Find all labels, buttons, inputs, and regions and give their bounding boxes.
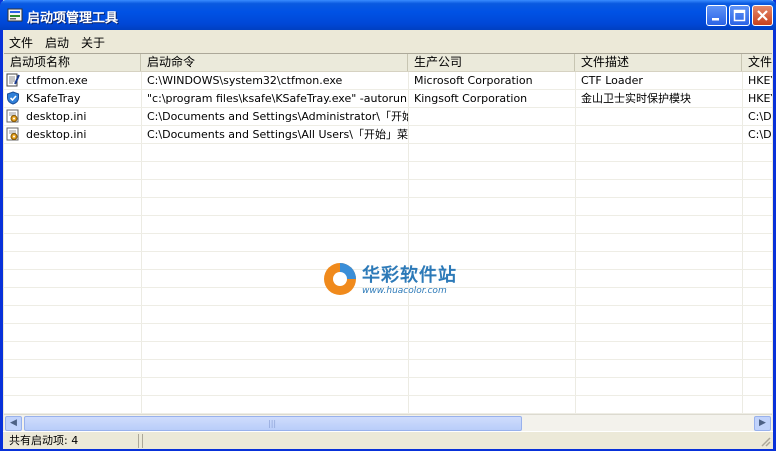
horizontal-scrollbar[interactable]: ◀ ||| ▶ (4, 414, 772, 432)
row-company: Microsoft Corporation (414, 74, 533, 87)
row-location: C:\Do (748, 128, 772, 141)
menu-about[interactable]: 关于 (81, 34, 105, 51)
row-name: ctfmon.exe (26, 74, 88, 87)
table-row[interactable]: desktop.ini C:\Documents and Settings\Ad… (4, 108, 772, 126)
settings-file-icon (6, 109, 19, 123)
row-company: Kingsoft Corporation (414, 92, 528, 105)
row-command: "c:\program files\ksafe\KSafeTray.exe" -… (147, 92, 407, 105)
row-description (575, 126, 742, 143)
status-count: 共有启动项: 4 (3, 434, 139, 448)
app-window: 启动项管理工具 文件 启动 关于 启动项名称 启动命令 生产公司 文件描述 文件… (0, 0, 776, 451)
settings-file-icon (6, 127, 19, 141)
row-name: desktop.ini (26, 110, 87, 123)
row-command: C:\Documents and Settings\Administrator\… (147, 110, 408, 123)
row-description: 金山卫士实时保护模块 (581, 92, 691, 105)
scroll-thumb[interactable]: ||| (24, 416, 522, 431)
app-icon (7, 8, 23, 22)
menu-file[interactable]: 文件 (9, 34, 33, 51)
column-header-command[interactable]: 启动命令 (141, 54, 408, 71)
menu-startup[interactable]: 启动 (45, 34, 69, 51)
startup-list: 启动项名称 启动命令 生产公司 文件描述 文件/ ctfmon.exe C:\W… (4, 53, 772, 415)
shield-icon (7, 91, 19, 105)
status-pane (142, 434, 755, 448)
arrow-left-icon: ◀ (10, 418, 17, 428)
logo-icon (324, 263, 356, 295)
window-title: 启动项管理工具 (27, 11, 119, 26)
watermark-url: www.huacolor.com (362, 286, 447, 296)
column-header-description[interactable]: 文件描述 (575, 54, 742, 71)
close-button[interactable] (752, 5, 773, 26)
maximize-icon (733, 9, 746, 22)
minimize-button[interactable] (706, 5, 727, 26)
status-bar: 共有启动项: 4 (3, 431, 773, 449)
menu-bar: 文件 启动 关于 (3, 30, 773, 52)
grip-icon: ||| (268, 419, 277, 428)
row-location: HKEY_ (748, 92, 772, 105)
row-name: KSafeTray (26, 92, 81, 105)
row-description (575, 108, 742, 125)
row-command: C:\Documents and Settings\All Users\「开始」… (147, 128, 408, 141)
watermark-title: 华彩软件站 (362, 265, 457, 286)
table-row[interactable]: desktop.ini C:\Documents and Settings\Al… (4, 126, 772, 144)
scroll-right-button[interactable]: ▶ (754, 416, 771, 431)
maximize-button[interactable] (729, 5, 750, 26)
arrow-right-icon: ▶ (759, 418, 766, 428)
watermark: 华彩软件站 www.huacolor.com (322, 259, 492, 303)
row-company (408, 108, 575, 125)
row-location: HKEY_ (748, 74, 772, 87)
row-location: C:\Do (748, 110, 772, 123)
list-rows: ctfmon.exe C:\WINDOWS\system32\ctfmon.ex… (4, 72, 772, 415)
table-row[interactable]: KSafeTray "c:\program files\ksafe\KSafeT… (4, 90, 772, 108)
close-icon (757, 10, 768, 21)
column-header-name[interactable]: 启动项名称 (4, 54, 141, 71)
table-row[interactable]: ctfmon.exe C:\WINDOWS\system32\ctfmon.ex… (4, 72, 772, 90)
notepad-icon (6, 73, 20, 87)
column-header-company[interactable]: 生产公司 (408, 54, 575, 71)
row-description: CTF Loader (581, 74, 643, 87)
column-header-location[interactable]: 文件/ (742, 54, 772, 71)
row-command: C:\WINDOWS\system32\ctfmon.exe (147, 74, 343, 87)
title-bar[interactable]: 启动项管理工具 (0, 0, 776, 30)
minimize-icon (712, 18, 719, 21)
list-header: 启动项名称 启动命令 生产公司 文件描述 文件/ (4, 54, 772, 72)
resize-grip-icon[interactable] (759, 435, 771, 447)
row-company (408, 126, 575, 143)
scroll-left-button[interactable]: ◀ (5, 416, 22, 431)
row-name: desktop.ini (26, 128, 87, 141)
